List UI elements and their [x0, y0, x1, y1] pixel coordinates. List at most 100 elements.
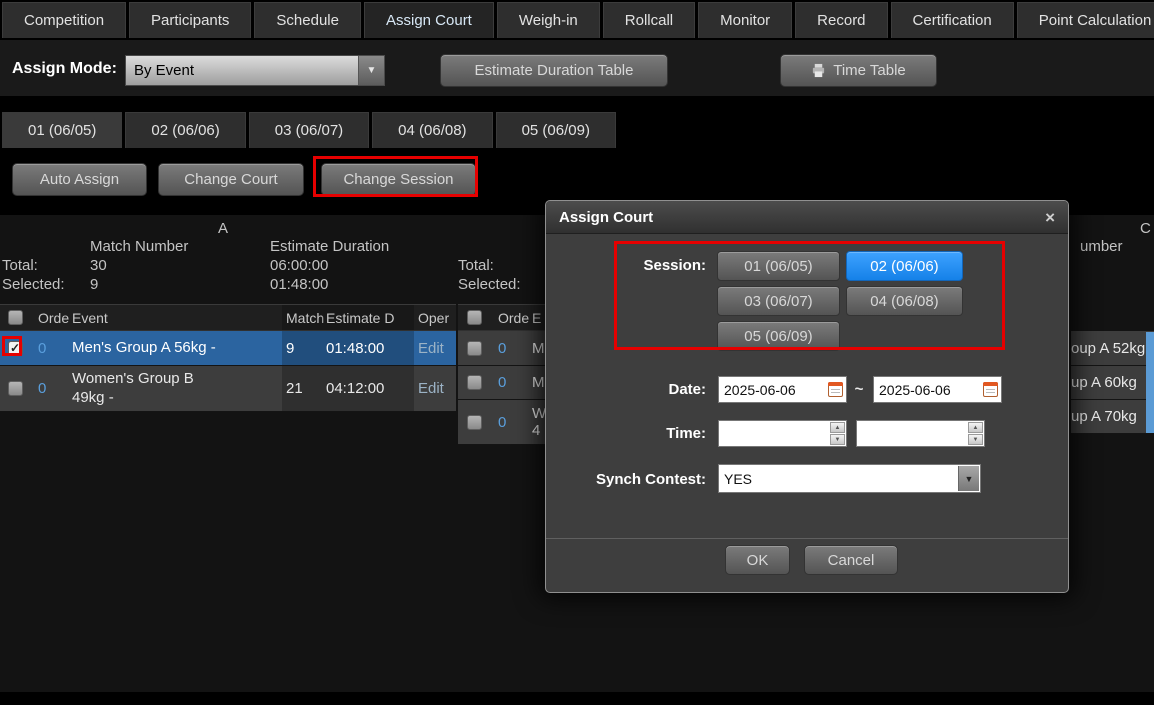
session-option-05[interactable]: 05 (06/09) — [717, 321, 840, 351]
court-c-table: oup A 52kg up A 60kg up A 70kg — [1071, 331, 1154, 434]
court-c-label: C — [1140, 220, 1151, 237]
order-cell: 0 — [490, 366, 526, 399]
tab-competition[interactable]: Competition — [2, 2, 126, 38]
assign-mode-label: Assign Mode: — [12, 60, 117, 78]
column-order: Orde — [490, 305, 526, 330]
tab-assign-court[interactable]: Assign Court — [364, 2, 494, 38]
session-option-01[interactable]: 01 (06/05) — [717, 251, 840, 281]
date-range-separator: ~ — [851, 376, 867, 403]
session-option-02[interactable]: 02 (06/06) — [846, 251, 963, 281]
court-a-label: A — [218, 220, 228, 237]
event-cell: Women's Group B 49kg - — [66, 366, 282, 411]
order-cell: 0 — [30, 331, 66, 365]
row-checkbox[interactable] — [467, 375, 482, 390]
assign-mode-select[interactable]: By Event ▼ — [125, 55, 385, 86]
event-cell: Men's Group A 56kg - — [66, 331, 282, 365]
time-spinner: ▲ ▼ — [830, 422, 845, 445]
order-cell: 0 — [490, 400, 526, 444]
table-row[interactable]: up A 70kg — [1071, 400, 1154, 434]
calendar-icon[interactable] — [828, 382, 843, 397]
estimate-duration-table-button[interactable]: Estimate Duration Table — [440, 54, 668, 87]
printer-icon — [811, 63, 826, 78]
chevron-down-icon: ▼ — [958, 466, 979, 491]
estimate-cell: 01:48:00 — [322, 331, 414, 365]
tab-monitor[interactable]: Monitor — [698, 2, 792, 38]
order-cell: 0 — [30, 366, 66, 411]
table-row[interactable]: ✓ 0 Men's Group A 56kg - 9 01:48:00 Edit — [0, 331, 456, 366]
selected-duration: 01:48:00 — [270, 276, 328, 293]
select-all-checkbox[interactable] — [458, 305, 490, 330]
close-icon[interactable]: × — [1045, 209, 1055, 226]
synch-contest-select[interactable]: YES ▼ — [718, 464, 981, 493]
tab-record[interactable]: Record — [795, 2, 887, 38]
row-checkbox[interactable] — [467, 415, 482, 430]
column-event: Event — [66, 305, 282, 330]
total-label: Total: — [2, 257, 38, 274]
dialog-footer-divider — [546, 538, 1068, 539]
session-label: Session: — [566, 251, 706, 281]
edit-link[interactable]: Edit — [418, 340, 444, 357]
column-match: Match — [282, 305, 322, 330]
table-row[interactable]: 0 Women's Group B 49kg - 21 04:12:00 Edi… — [0, 366, 456, 412]
session-tab-04[interactable]: 04 (06/08) — [372, 112, 492, 148]
total-duration: 06:00:00 — [270, 257, 328, 274]
match-cell: 9 — [282, 331, 322, 365]
top-navigation: Competition Participants Schedule Assign… — [2, 2, 1154, 38]
row-checkbox[interactable]: ✓ — [8, 341, 23, 356]
tab-schedule[interactable]: Schedule — [254, 2, 361, 38]
session-tab-03[interactable]: 03 (06/07) — [249, 112, 369, 148]
column-oper: Oper — [414, 305, 456, 330]
tab-certification[interactable]: Certification — [891, 2, 1014, 38]
column-estimate: Estimate D — [322, 305, 414, 330]
column-order: Orde — [30, 305, 66, 330]
dialog-titlebar[interactable]: Assign Court × — [546, 201, 1068, 234]
date-label: Date: — [566, 376, 706, 403]
assign-mode-value: By Event — [126, 56, 358, 85]
time-table-button[interactable]: Time Table — [780, 54, 937, 87]
court-c-highlight-strip — [1146, 332, 1154, 433]
table-row[interactable]: up A 60kg — [1071, 366, 1154, 400]
assign-court-dialog: Assign Court × Session: 01 (06/05) 02 (0… — [545, 200, 1069, 593]
time-table-label: Time Table — [833, 62, 906, 79]
calendar-icon[interactable] — [983, 382, 998, 397]
change-court-button[interactable]: Change Court — [158, 163, 304, 196]
tab-rollcall[interactable]: Rollcall — [603, 2, 695, 38]
synch-contest-label: Synch Contest: — [566, 465, 706, 494]
edit-link[interactable]: Edit — [418, 380, 444, 397]
order-cell: 0 — [490, 331, 526, 365]
session-option-03[interactable]: 03 (06/07) — [717, 286, 840, 316]
session-tab-05[interactable]: 05 (06/09) — [496, 112, 616, 148]
match-cell: 21 — [282, 366, 322, 411]
estimate-cell: 04:12:00 — [322, 366, 414, 411]
check-icon: ✓ — [10, 341, 20, 355]
assign-court-screen: Competition Participants Schedule Assign… — [0, 0, 1154, 705]
cancel-button[interactable]: Cancel — [804, 545, 898, 575]
arrow-down-icon[interactable]: ▼ — [830, 434, 845, 445]
table-row[interactable]: oup A 52kg — [1071, 331, 1154, 366]
tab-weigh-in[interactable]: Weigh-in — [497, 2, 600, 38]
arrow-down-icon[interactable]: ▼ — [968, 434, 983, 445]
synch-contest-value: YES — [719, 471, 980, 487]
date-from-value: 2025-06-06 — [719, 382, 828, 398]
session-tab-01[interactable]: 01 (06/05) — [2, 112, 122, 148]
court-a-header-row: Orde Event Match Estimate D Oper — [0, 304, 456, 331]
select-all-checkbox[interactable] — [0, 305, 30, 330]
row-checkbox[interactable] — [8, 381, 23, 396]
tab-participants[interactable]: Participants — [129, 2, 251, 38]
date-to-input[interactable]: 2025-06-06 — [873, 376, 1002, 403]
court-c-partial-header: umber — [1080, 238, 1123, 255]
ok-button[interactable]: OK — [725, 545, 790, 575]
time-label: Time: — [566, 420, 706, 447]
session-option-04[interactable]: 04 (06/08) — [846, 286, 963, 316]
change-session-button[interactable]: Change Session — [321, 163, 476, 196]
auto-assign-button[interactable]: Auto Assign — [12, 163, 147, 196]
selected-matches: 9 — [90, 276, 98, 293]
arrow-up-icon[interactable]: ▲ — [830, 422, 845, 433]
arrow-up-icon[interactable]: ▲ — [968, 422, 983, 433]
time-from-input[interactable]: ▲ ▼ — [718, 420, 847, 447]
row-checkbox[interactable] — [467, 341, 482, 356]
time-to-input[interactable]: ▲ ▼ — [856, 420, 985, 447]
tab-point-calculation[interactable]: Point Calculation — [1017, 2, 1154, 38]
date-from-input[interactable]: 2025-06-06 — [718, 376, 847, 403]
session-tab-02[interactable]: 02 (06/06) — [125, 112, 245, 148]
